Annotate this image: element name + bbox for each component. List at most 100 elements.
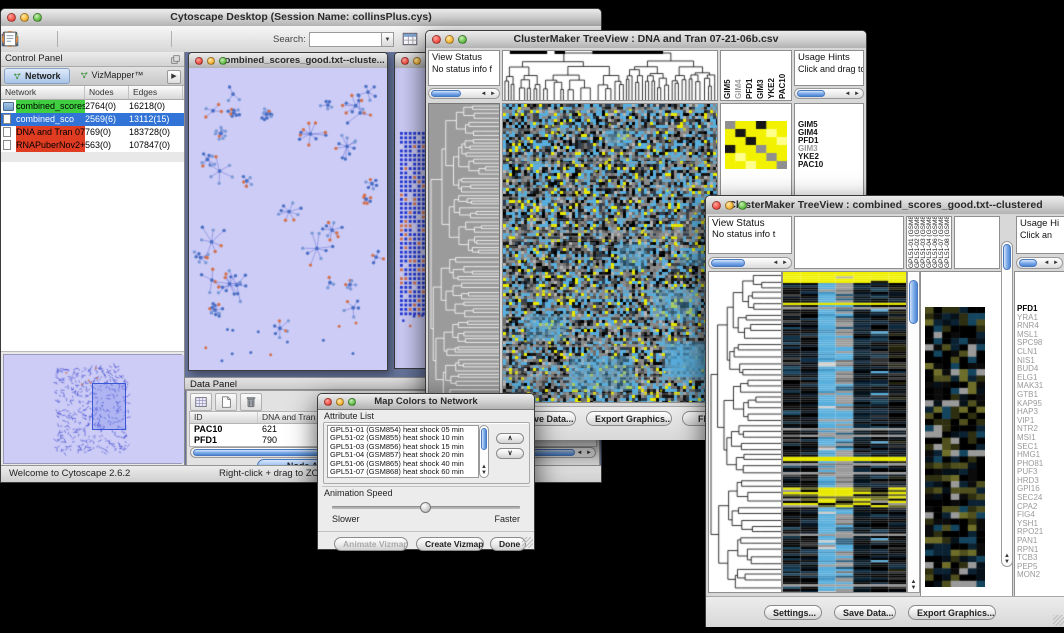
close-icon[interactable] [712,201,721,210]
gene-label[interactable]: MON2 [1017,571,1043,580]
zoom-window-icon[interactable] [348,398,356,406]
search-dropdown-arrow-icon[interactable]: ▼ [381,32,394,47]
minimize-icon[interactable] [336,398,344,406]
close-icon[interactable] [195,57,203,65]
close-icon[interactable] [401,57,409,65]
column-label[interactable]: GIM4 [734,52,745,99]
scroll-arrows-icon[interactable]: ◄ ► [576,448,593,457]
treeview1-titlebar[interactable]: ClusterMaker TreeView : DNA and Tran 07-… [426,31,866,49]
table-row[interactable]: combined_sco 2569(6) 13112(15) [1,113,184,126]
view-status-hscrollbar[interactable]: ◄ ► [708,257,792,269]
minimize-icon[interactable] [207,57,215,65]
array-dendrogram-panel[interactable] [502,50,718,101]
scroll-arrows-icon[interactable]: ▲▼ [908,579,919,591]
gene-list-vscrollbar[interactable]: ▲▼ [1001,241,1013,567]
heatmap-panel[interactable] [502,103,718,403]
heatmap-panel[interactable] [782,271,907,593]
column-label[interactable]: PFD1 [745,52,756,99]
export-graphics-button[interactable]: Export Graphics... [586,411,672,426]
gene-dendrogram-canvas[interactable] [709,272,781,592]
scroll-arrows-icon[interactable]: ◄ ► [772,258,789,268]
gene-dendrogram-panel[interactable] [428,103,500,403]
scroll-arrows-icon[interactable]: ◄ ► [844,89,861,98]
delete-attribute-button[interactable] [240,393,262,411]
tab[interactable]: Network [4,68,70,84]
row-label[interactable]: PAC10 [798,161,823,169]
index-button[interactable] [401,30,419,48]
control-panel-tabs: Network VizMapper™ ▶ [1,67,184,86]
zoom-window-icon[interactable] [33,13,42,22]
tab[interactable]: VizMapper™ [72,68,152,82]
gene-dendrogram-canvas[interactable] [429,104,499,402]
summary-heatmap-canvas[interactable] [925,307,985,587]
view-status-hscrollbar[interactable]: ◄ ► [428,88,500,99]
array-dendrogram-panel[interactable] [794,216,904,269]
attribute-row-id: PAC10 [190,424,258,435]
table-row[interactable]: RNAPuberNov2+! 563(0) 107847(0) [1,139,184,152]
zoom-window-icon[interactable] [458,35,467,44]
window-title: Cytoscape Desktop (Session Name: collins… [170,11,431,23]
resize-grip[interactable] [522,537,533,548]
network-nodes-count: 563(0) [85,139,129,152]
attribute-select-button[interactable] [190,393,212,411]
column-label[interactable]: YKE2 [767,52,778,99]
array-dendrogram-canvas[interactable] [503,51,717,100]
network-nodes-count: 769(0) [85,126,129,139]
network-canvas[interactable] [189,68,385,368]
network-overview-panel[interactable] [3,354,182,464]
settings-button[interactable]: Settings... [764,605,822,620]
scroll-arrows-icon[interactable]: ▲▼ [480,464,488,476]
usage-hints-hscrollbar[interactable]: ◄ ► [794,88,864,99]
treeview2-button-row: Settings... Save Data... Export Graphics… [706,596,1064,627]
scroll-arrows-icon[interactable]: ◄ ► [1043,258,1060,268]
treeview2-titlebar[interactable]: ClusterMaker TreeView : combined_scores_… [706,196,1064,215]
dialog-titlebar[interactable]: Map Colors to Network [318,394,534,410]
minimize-icon[interactable] [20,13,29,22]
attribute-row-id: PFD1 [190,435,258,446]
tab-overflow-button[interactable]: ▶ [167,70,181,84]
close-icon[interactable] [7,13,16,22]
create-vizmap-button[interactable]: Create Vizmap [416,537,484,551]
zoom-window-icon[interactable] [738,201,747,210]
column-label[interactable]: GPL51-08 (GSM872) [944,216,950,268]
attribute-list-vscrollbar[interactable]: ▲▼ [479,425,489,478]
column-label[interactable]: GIM5 [723,52,734,99]
export-graphics-button[interactable]: Export Graphics... [908,605,996,620]
heatmap-canvas[interactable] [503,104,717,402]
table-row[interactable]: DNA and Tran 07 769(0) 183728(0) [1,126,184,139]
desktop: Cytoscape Desktop (Session Name: collins… [0,0,1064,633]
cytoscape-titlebar[interactable]: Cytoscape Desktop (Session Name: collins… [1,9,601,27]
network-window-titlebar[interactable]: combined_scores_good.txt--cluste... [189,53,387,69]
done-button[interactable]: Done [490,537,526,551]
search-input[interactable] [309,32,385,47]
move-down-button[interactable]: ∨ [496,448,524,459]
window-controls[interactable] [7,13,42,22]
resize-grip[interactable] [1053,615,1064,626]
minimize-icon[interactable] [413,57,421,65]
gene-dendrogram-panel[interactable] [708,271,782,593]
move-up-button[interactable]: ∧ [496,433,524,444]
minimize-icon[interactable] [725,201,734,210]
annotation-button[interactable] [1,30,19,48]
table-row[interactable]: combined_scores 2764(0) 16218(0) [1,100,184,113]
minimize-icon[interactable] [445,35,454,44]
close-icon[interactable] [432,35,441,44]
close-icon[interactable] [324,398,332,406]
float-panel-icon[interactable] [170,54,181,65]
usage-hints-hscrollbar[interactable]: ◄ ► [1016,257,1063,269]
slider-thumb[interactable] [420,502,431,513]
column-label[interactable]: GIM3 [756,52,767,99]
usage-hints-panel: Usage Hi Click an [1016,216,1064,254]
attribute-list-item[interactable]: GPL51-07 (GSM868) heat shock 60 min [328,468,478,476]
new-attribute-button[interactable] [215,393,237,411]
zoom-window-icon[interactable] [219,57,227,65]
save-data-button[interactable]: Save Data... [834,605,896,620]
heatmap-vscrollbar[interactable]: ▲▼ [907,271,920,593]
view-status-title: View Status [429,51,499,63]
scroll-arrows-icon[interactable]: ◄ ► [480,89,497,98]
column-label[interactable]: PAC10 [778,52,789,99]
correlation-matrix-canvas[interactable] [725,121,787,169]
overview-viewport-rect[interactable] [92,383,126,430]
scroll-arrows-icon[interactable]: ▲▼ [1002,553,1012,565]
heatmap-canvas[interactable] [783,272,906,592]
